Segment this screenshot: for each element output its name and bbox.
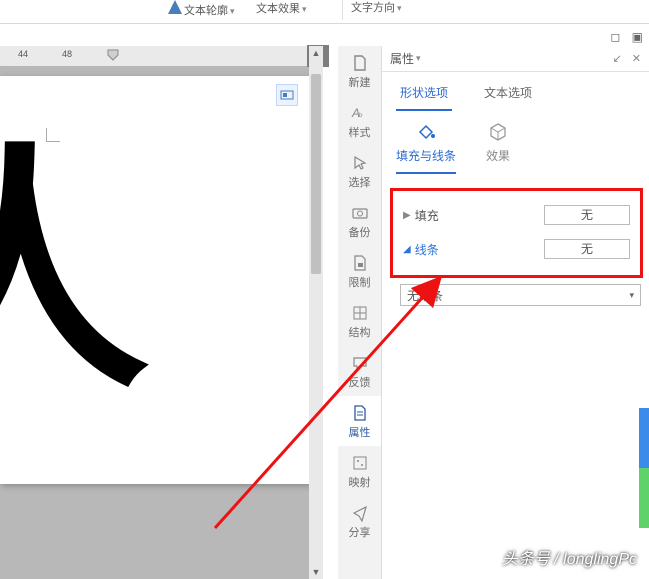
ribbon: 文本轮廓▾ 文本效果▾ 文字方向▾ [0,0,649,24]
highlight-box: ▶ 填充 无 ◢ 线条 无 [390,188,643,278]
sidebar-item-restrict[interactable]: 限制 [338,246,381,296]
mapping-icon [351,454,369,472]
panel-title: 属性 [390,50,414,67]
line-style-dropdown[interactable]: 无线条 ▾ [400,284,641,306]
sidebar-item-select[interactable]: 选择 [338,146,381,196]
caret-down-icon: ◢ [403,244,411,255]
sidebar-item-share[interactable]: 分享 [338,496,381,546]
paint-bucket-icon [415,121,437,143]
scroll-thumb[interactable] [311,74,321,274]
camera-icon [351,204,369,222]
scroll-up-icon[interactable]: ▲ [309,46,323,60]
panel-header: 属性▾ ↙ ✕ [382,46,649,72]
sidebar-item-properties[interactable]: 属性 [338,396,381,446]
properties-panel: 属性▾ ↙ ✕ 形状选项 文本选项 填充与线条 效果 ▶ 填充 无 ◢ 线条 无… [382,46,649,579]
sidebar-item-backup[interactable]: 备份 [338,196,381,246]
restore-icon[interactable]: ◻ [610,30,620,44]
document-area: 44 48 ▥ 人 ▲ ▼ [0,46,323,579]
svg-text:ᵇ: ᵇ [359,111,363,121]
fill-section[interactable]: ▶ 填充 无 [403,205,630,225]
tab-text-options[interactable]: 文本选项 [480,78,536,111]
sidebar-item-new[interactable]: 新建 [338,46,381,96]
fill-label: 填充 [415,207,544,224]
line-value-button[interactable]: 无 [544,239,630,259]
chevron-down-icon: ▾ [629,290,634,301]
tab-shape-options[interactable]: 形状选项 [396,78,452,111]
sidebar-item-styles[interactable]: Aᵇ样式 [338,96,381,146]
edge-handle-green[interactable] [639,468,649,528]
line-label: 线条 [415,241,544,258]
file-icon [351,54,369,72]
fill-value-button[interactable]: 无 [544,205,630,225]
ribbon-text-direction[interactable]: 文字方向▾ [342,0,402,20]
chevron-down-icon: ▾ [395,3,402,13]
cursor-icon [351,154,369,172]
ribbon-text-effects[interactable]: 文本效果▾ [256,0,307,16]
line-section[interactable]: ◢ 线条 无 [403,239,630,259]
watermark: 头条号 / longlingPc [502,545,637,569]
vertical-scrollbar[interactable]: ▲ ▼ [309,46,323,579]
layout-icon [280,88,294,102]
ribbon-text-outline[interactable]: 文本轮廓▾ [168,0,235,18]
expand-panel-icon[interactable]: ↙ [613,52,622,65]
ruler-mark: 48 [62,49,72,59]
a-icon [168,0,182,14]
line-style-value: 无线条 [407,287,443,304]
chevron-down-icon[interactable]: ▾ [416,53,421,64]
side-rail: 新建 Aᵇ样式 选择 备份 限制 结构 反馈 属性 映射 分享 [338,46,382,579]
subtab-effects[interactable]: 效果 [486,121,510,174]
caret-right-icon: ▶ [403,210,411,221]
horizontal-ruler[interactable]: 44 48 ▥ [0,46,323,66]
chevron-down-icon: ▾ [300,4,307,14]
expand-icon[interactable]: ▣ [632,30,643,44]
chevron-down-icon: ▾ [228,6,235,16]
page-canvas[interactable]: 人 [0,76,310,484]
style-icon: Aᵇ [351,104,369,122]
sidebar-item-mapping[interactable]: 映射 [338,446,381,496]
scroll-down-icon[interactable]: ▼ [309,565,323,579]
indent-marker-icon[interactable] [106,48,120,62]
close-icon[interactable]: ✕ [632,52,641,65]
wordart-glyph[interactable]: 人 [0,146,150,406]
sidebar-item-structure[interactable]: 结构 [338,296,381,346]
ruler-mark: 44 [18,49,28,59]
sidebar-item-feedback[interactable]: 反馈 [338,346,381,396]
layout-options-button[interactable] [276,84,298,106]
send-icon [351,504,369,522]
chat-icon [351,354,369,372]
subtab-fill-line[interactable]: 填充与线条 [396,121,456,174]
cube-icon [487,121,509,143]
right-edge-handles[interactable] [639,408,649,528]
edge-handle-blue[interactable] [639,408,649,468]
panel-subtabs: 填充与线条 效果 [382,111,649,174]
lock-file-icon [351,254,369,272]
panel-tabs: 形状选项 文本选项 [382,72,649,111]
properties-icon [351,404,369,422]
grid-icon [351,304,369,322]
top-right-controls: ◻ ▣ [602,30,643,44]
